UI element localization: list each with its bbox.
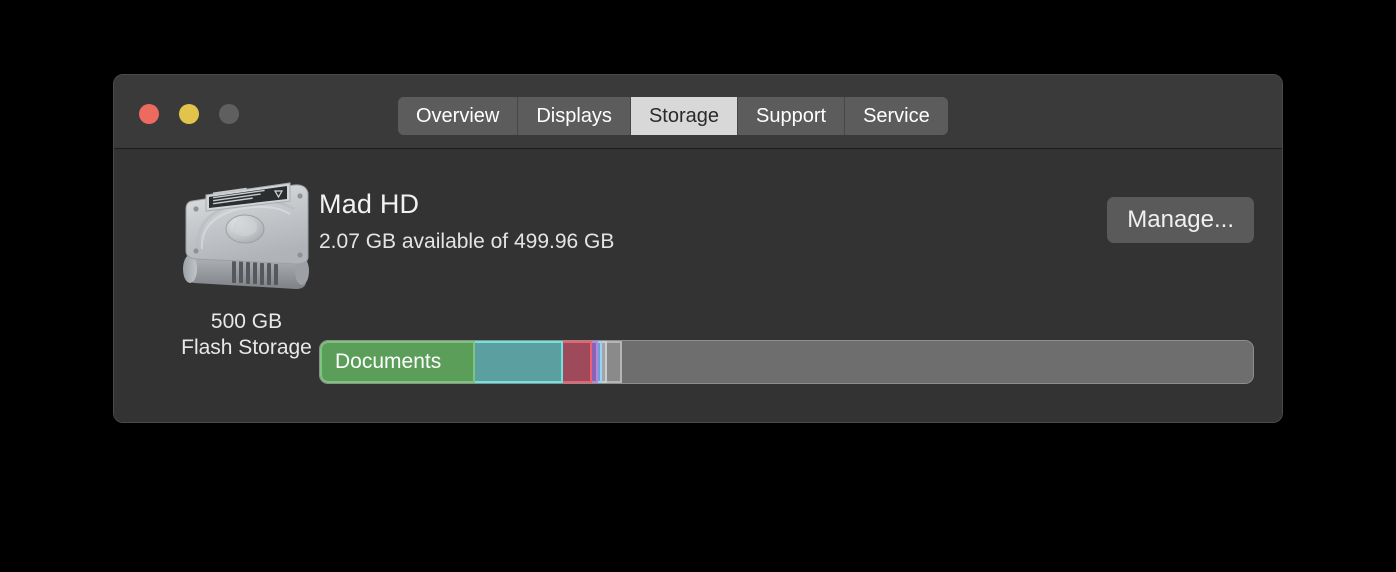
manage-button[interactable]: Manage... [1107, 197, 1254, 243]
volume-info: Mad HD 2.07 GB available of 499.96 GB Ma… [319, 189, 1254, 254]
tab-support[interactable]: Support [738, 97, 846, 135]
storage-usage-bar[interactable]: Documents [319, 340, 1254, 384]
storage-segment-photos[interactable] [562, 341, 593, 383]
zoom-button[interactable] [219, 104, 239, 124]
window-titlebar: Overview Displays Storage Support Servic… [114, 75, 1282, 149]
minimize-button[interactable] [179, 104, 199, 124]
storage-segment-label: Documents [335, 350, 442, 373]
tab-displays[interactable]: Displays [518, 97, 631, 135]
traffic-light-group [139, 104, 239, 124]
tab-overview[interactable]: Overview [398, 97, 519, 135]
close-button[interactable] [139, 104, 159, 124]
storage-segment-free[interactable] [622, 341, 1253, 383]
about-this-mac-window: Overview Displays Storage Support Servic… [113, 74, 1283, 423]
storage-segment-documents[interactable]: Documents [320, 341, 475, 383]
storage-pane: 500 GB Flash Storage Mad HD 2.07 GB avai… [114, 149, 1282, 422]
storage-segment-system[interactable] [474, 341, 563, 383]
drive-capacity-value: 500 GB [210, 310, 283, 333]
storage-segment-other[interactable] [607, 341, 623, 383]
hard-drive-icon [182, 182, 309, 289]
tab-bar: Overview Displays Storage Support Servic… [398, 97, 948, 135]
tab-service[interactable]: Service [845, 97, 948, 135]
tab-storage[interactable]: Storage [630, 97, 738, 135]
